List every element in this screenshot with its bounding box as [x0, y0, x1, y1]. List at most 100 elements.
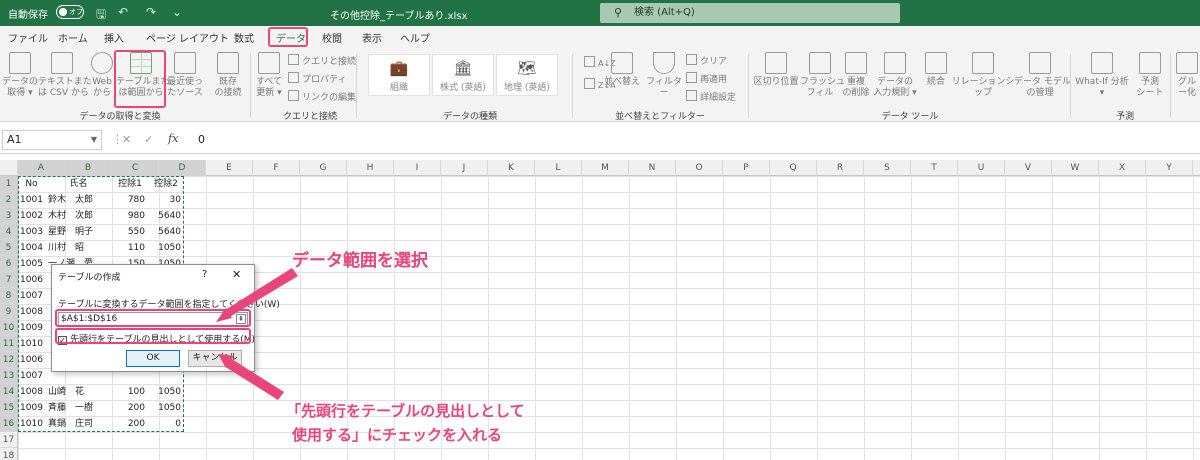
data-cell[interactable]: 1007: [18, 368, 45, 384]
group-button[interactable]: グル ー化: [1174, 52, 1200, 99]
insert-function-icon[interactable]: fx: [168, 132, 178, 145]
recent-sources-button[interactable]: 最近使っ たソース: [164, 52, 206, 99]
row-header[interactable]: 10: [0, 320, 18, 336]
row-header[interactable]: 18: [0, 448, 18, 460]
row-header[interactable]: 4: [0, 224, 18, 240]
cancel-entry-icon[interactable]: ✕: [122, 133, 131, 146]
relationships-button[interactable]: リレーションシップ: [950, 52, 1016, 99]
tab-help[interactable]: ヘルプ: [400, 30, 430, 45]
row-header[interactable]: 12: [0, 352, 18, 368]
data-cell[interactable]: 1050: [148, 240, 184, 256]
data-cell[interactable]: 真鍋 庄司: [45, 416, 112, 432]
header-cell[interactable]: 氏名: [45, 176, 112, 192]
data-cell[interactable]: 1006: [18, 272, 45, 288]
data-cell[interactable]: 1050: [148, 400, 184, 416]
column-header[interactable]: M: [582, 160, 629, 176]
close-icon[interactable]: ✕: [232, 268, 241, 281]
flash-fill-button[interactable]: フラッシュ フィル: [800, 52, 845, 99]
customize-qat-icon[interactable]: ⌄: [172, 5, 182, 19]
header-cell[interactable]: 控除2: [148, 176, 184, 192]
redo-icon[interactable]: ↷: [146, 5, 156, 19]
row-header[interactable]: 9: [0, 304, 18, 320]
column-header[interactable]: F: [253, 160, 300, 176]
column-header[interactable]: V: [1005, 160, 1052, 176]
tab-home[interactable]: ホーム: [58, 30, 88, 45]
text-to-columns-button[interactable]: 区切り位置: [752, 52, 800, 88]
datatype-geography-button[interactable]: 🗺 地理 (英語): [496, 54, 558, 96]
undo-icon[interactable]: ↶: [118, 5, 128, 19]
column-header[interactable]: C: [112, 160, 159, 176]
formula-input[interactable]: 0: [198, 133, 205, 146]
manage-data-model-button[interactable]: データ モデル の管理: [1014, 52, 1071, 99]
datatype-organization-button[interactable]: 💼 組織: [368, 54, 430, 96]
tab-review[interactable]: 校閲: [322, 30, 342, 45]
data-cell[interactable]: 1004: [18, 240, 45, 256]
from-web-button[interactable]: Web から: [88, 52, 116, 99]
properties-button[interactable]: プロパティ: [288, 72, 346, 85]
data-validation-button[interactable]: データの 入力規則 ▾: [872, 52, 918, 99]
header-cell[interactable]: No: [18, 176, 45, 192]
data-cell[interactable]: 1050: [148, 384, 184, 400]
header-cell[interactable]: 控除1: [112, 176, 148, 192]
forecast-sheet-button[interactable]: 予測 シート: [1134, 52, 1166, 99]
data-cell[interactable]: 200: [112, 400, 148, 416]
data-cell[interactable]: 1010: [18, 336, 45, 352]
data-cell[interactable]: 5640: [148, 208, 184, 224]
data-cell[interactable]: 1006: [18, 352, 45, 368]
column-header[interactable]: Q: [770, 160, 817, 176]
row-header[interactable]: 11: [0, 336, 18, 352]
column-header[interactable]: A: [18, 160, 65, 176]
get-data-button[interactable]: データの 取得 ▾: [2, 52, 38, 99]
data-cell[interactable]: 200: [112, 416, 148, 432]
data-cell[interactable]: 1008: [18, 304, 45, 320]
column-header[interactable]: J: [441, 160, 488, 176]
data-cell[interactable]: 1002: [18, 208, 45, 224]
tab-formulas[interactable]: 数式: [234, 30, 254, 45]
data-cell[interactable]: 110: [112, 240, 148, 256]
column-header[interactable]: R: [817, 160, 864, 176]
column-header[interactable]: D: [159, 160, 206, 176]
data-cell[interactable]: 1005: [18, 256, 45, 272]
autosave-toggle[interactable]: オフ: [56, 5, 84, 19]
sort-button[interactable]: 並べ替え: [604, 52, 640, 88]
data-cell[interactable]: 鈴木 太郎: [45, 192, 112, 208]
what-if-analysis-button[interactable]: What-If 分析 ▾: [1072, 52, 1132, 99]
data-cell[interactable]: 980: [112, 208, 148, 224]
column-header[interactable]: N: [629, 160, 676, 176]
data-cell[interactable]: 1009: [18, 320, 45, 336]
advanced-filter-button[interactable]: 詳細設定: [686, 90, 736, 103]
column-header[interactable]: H: [347, 160, 394, 176]
datatype-stocks-button[interactable]: 🏛 株式 (英語): [432, 54, 494, 96]
data-cell[interactable]: 0: [148, 416, 184, 432]
data-cell[interactable]: 30: [148, 192, 184, 208]
select-all-corner[interactable]: [0, 160, 18, 176]
remove-duplicates-button[interactable]: 重複 の削除: [840, 52, 872, 99]
data-cell[interactable]: 1007: [18, 288, 45, 304]
clear-filter-button[interactable]: クリア: [686, 54, 727, 67]
row-header[interactable]: 6: [0, 256, 18, 272]
column-header[interactable]: E: [206, 160, 253, 176]
cancel-button[interactable]: キャンセル: [188, 350, 242, 367]
consolidate-button[interactable]: 統合: [922, 52, 950, 88]
row-header[interactable]: 5: [0, 240, 18, 256]
queries-connections-button[interactable]: クエリと接続: [288, 54, 356, 67]
filter-button[interactable]: フィルター: [644, 52, 684, 99]
name-box[interactable]: A1 ▼: [2, 130, 102, 150]
column-header[interactable]: U: [958, 160, 1005, 176]
data-cell[interactable]: 川村 昭: [45, 240, 112, 256]
reapply-button[interactable]: 再適用: [686, 72, 727, 85]
data-cell[interactable]: 1003: [18, 224, 45, 240]
column-header[interactable]: L: [535, 160, 582, 176]
ok-button[interactable]: OK: [126, 350, 180, 367]
column-header[interactable]: O: [676, 160, 723, 176]
data-cell[interactable]: 100: [112, 384, 148, 400]
column-header[interactable]: P: [723, 160, 770, 176]
row-header[interactable]: 1: [0, 176, 18, 192]
data-cell[interactable]: 5640: [148, 224, 184, 240]
column-header[interactable]: X: [1099, 160, 1146, 176]
search-box[interactable]: ⚲ 検索 (Alt+Q): [600, 3, 900, 23]
data-cell[interactable]: 550: [112, 224, 148, 240]
data-cell[interactable]: 斉藤 一樹: [45, 400, 112, 416]
row-header[interactable]: 17: [0, 432, 18, 448]
row-header[interactable]: 8: [0, 288, 18, 304]
